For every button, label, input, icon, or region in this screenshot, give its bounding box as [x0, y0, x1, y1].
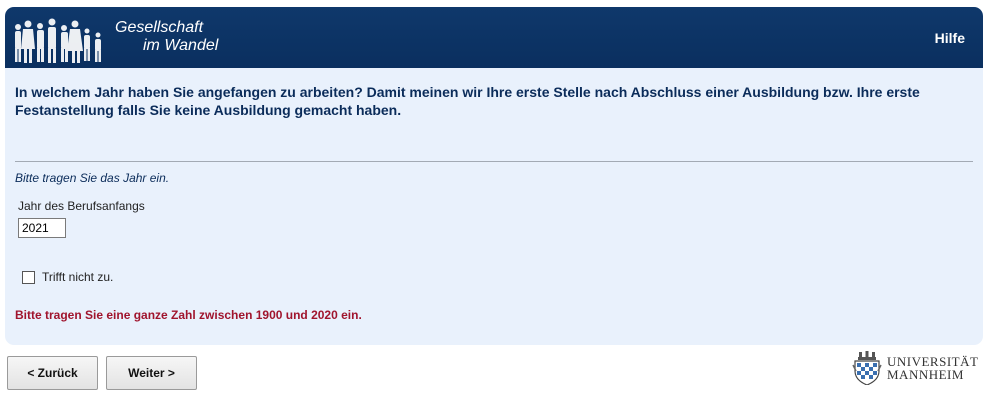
- error-message: Bitte tragen Sie eine ganze Zahl zwische…: [15, 308, 362, 322]
- year-input[interactable]: [18, 218, 66, 238]
- header-bar: Gesellschaft im Wandel Hilfe: [5, 7, 983, 68]
- next-button[interactable]: Weiter >: [106, 356, 197, 390]
- not-applicable-checkbox[interactable]: [22, 270, 35, 284]
- survey-panel: Gesellschaft im Wandel Hilfe In welchem …: [5, 7, 983, 345]
- logo-title-line1: Gesellschaft: [115, 19, 204, 36]
- university-logo: UNIVERSITÄT MANNHEIM: [851, 351, 978, 385]
- back-button[interactable]: < Zurück: [7, 356, 98, 390]
- university-name-line2: MANNHEIM: [887, 367, 964, 382]
- help-link[interactable]: Hilfe: [935, 30, 965, 46]
- not-applicable-label: Trifft nicht zu.: [42, 270, 114, 284]
- divider: [15, 161, 973, 162]
- question-text: In welchem Jahr haben Sie angefangen zu …: [15, 84, 920, 118]
- year-field-label: Jahr des Berufsanfangs: [18, 199, 145, 213]
- university-crest-icon: [852, 351, 882, 385]
- instruction-text: Bitte tragen Sie das Jahr ein.: [15, 171, 170, 185]
- people-silhouettes-logo-icon: [15, 18, 101, 63]
- not-applicable-option[interactable]: Trifft nicht zu.: [22, 270, 113, 284]
- logo-title-line2: im Wandel: [143, 37, 219, 54]
